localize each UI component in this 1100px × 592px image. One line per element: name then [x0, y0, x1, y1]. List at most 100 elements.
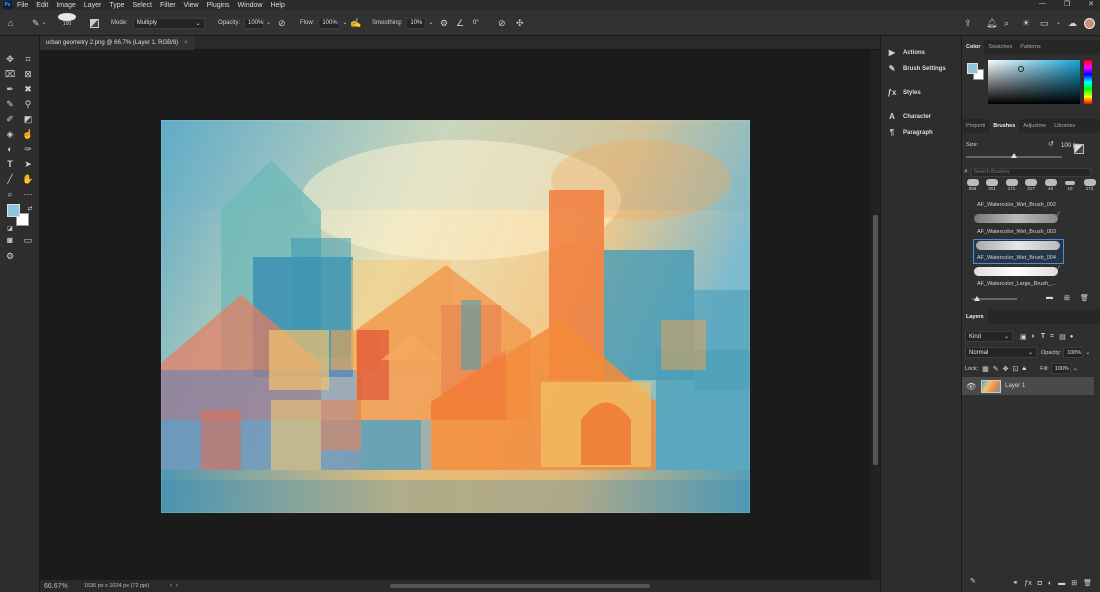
smoothing-input[interactable]: 10% [406, 17, 427, 29]
brush-settings-icon-btn[interactable] [1074, 144, 1084, 154]
brush-search-input[interactable] [970, 167, 1091, 177]
styles-panel-button[interactable]: ƒx Styles [887, 89, 921, 97]
hue-slider[interactable] [1084, 60, 1092, 104]
edit-toolbar-icon[interactable]: ⚙ [3, 249, 17, 263]
brush-settings-toggle-icon[interactable] [90, 16, 99, 30]
brush-generative-icon[interactable]: ✎ [970, 577, 976, 585]
brush-preset[interactable]: 958 [964, 179, 981, 199]
fill-chevron-icon[interactable]: ⌄ [1073, 365, 1078, 372]
status-chevron-icon[interactable]: › [170, 583, 172, 589]
paint-bucket-tool-icon[interactable]: ◈ [3, 127, 17, 141]
brush-item[interactable]: AF_Watercolor_Wet_Brush_003 [977, 229, 1067, 235]
artboard-tool-icon[interactable]: ⌗ [21, 52, 35, 66]
menu-type[interactable]: Type [109, 2, 124, 9]
filter-smart-object-icon[interactable]: ▤ [1059, 333, 1066, 341]
brush-preset[interactable]: 48 [1042, 179, 1059, 199]
menu-filter[interactable]: Filter [160, 2, 176, 9]
trash-icon[interactable]: 🗑︎ [1080, 294, 1089, 302]
search-icon[interactable]: ⌕ [1004, 16, 1009, 30]
menu-file[interactable]: File [17, 2, 28, 9]
frame-tool-icon[interactable]: ⊠ [21, 67, 35, 81]
brush-preset[interactable]: 173 [1081, 179, 1098, 199]
bell-icon[interactable]: 🔔︎ [986, 16, 997, 30]
tab-patterns[interactable]: Patterns [1016, 40, 1044, 54]
document-info[interactable]: 1536 px x 1024 px (72 ppi) [84, 583, 164, 589]
filter-toggle-icon[interactable]: ● [1070, 334, 1074, 340]
maximize-button[interactable]: ❐ [1064, 0, 1070, 8]
lock-transparent-icon[interactable]: ▦ [982, 365, 989, 373]
brush-settings-panel-button[interactable]: ✎ Brush Settings [887, 65, 946, 73]
menu-image[interactable]: Image [56, 2, 75, 9]
brush-preset-picker[interactable]: 100 [58, 13, 76, 27]
thumbnail-size-slider[interactable] [972, 296, 1017, 301]
brush-stroke-preview[interactable] [974, 214, 1058, 223]
kind-filter-dropdown[interactable]: Kind ⌄ [965, 331, 1013, 342]
airbrush-icon[interactable]: ✍ [350, 16, 361, 30]
layer-opacity-chevron-icon[interactable]: ⌄ [1085, 349, 1090, 356]
close-tab-icon[interactable]: × [184, 40, 188, 46]
swap-colors-icon[interactable]: ⇄ [23, 201, 37, 215]
add-mask-icon[interactable]: ◘ [1038, 580, 1042, 587]
gear-icon[interactable]: ⚙ [440, 16, 448, 30]
brush-item[interactable]: AF_Watercolor_Large_Brush_... [977, 281, 1067, 287]
color-picker-field[interactable] [988, 60, 1080, 104]
group-folder-icon[interactable]: ▬ [1058, 580, 1065, 587]
color-picker-cursor[interactable] [1018, 66, 1024, 72]
minimize-button[interactable]: — [1039, 0, 1046, 8]
delete-layer-icon[interactable]: 🗑︎ [1083, 579, 1092, 587]
tab-brushes[interactable]: Brushes [989, 119, 1020, 133]
cloud-icon[interactable]: ☁ [1068, 16, 1077, 30]
tab-libraries[interactable]: Libraries [1050, 119, 1079, 133]
canvas-area[interactable] [40, 50, 880, 580]
line-tool-icon[interactable]: ╱ [3, 172, 17, 186]
menu-edit[interactable]: Edit [36, 2, 48, 9]
vertical-scroll-thumb[interactable] [873, 215, 878, 465]
mixer-brush-tool-icon[interactable]: ✐ [3, 112, 17, 126]
color-fg-swatch[interactable] [967, 63, 978, 74]
horizontal-scroll-thumb[interactable] [390, 584, 650, 588]
menu-help[interactable]: Help [270, 2, 284, 9]
flow-chevron-icon[interactable]: ⌄ [342, 20, 347, 26]
layer-opacity-input[interactable]: 100% [1063, 347, 1084, 358]
mode-dropdown[interactable]: Multiply ⌄ [132, 17, 205, 29]
character-panel-button[interactable]: A Character [887, 113, 931, 121]
brush-stroke-preview[interactable] [976, 241, 1060, 250]
menu-layer[interactable]: Layer [84, 2, 102, 9]
fill-input[interactable]: 100% [1050, 363, 1071, 374]
link-layers-icon[interactable]: ⚭ [1012, 579, 1018, 587]
canvas-artwork[interactable] [161, 120, 750, 513]
remove-tool-icon[interactable]: ✖ [21, 82, 35, 96]
brush-tool-preset-icon[interactable]: ✎ ⌄ [32, 16, 47, 30]
move-tool-icon[interactable]: ✥ [3, 52, 17, 66]
filter-adjustment-icon[interactable]: ◐ [1032, 333, 1036, 340]
pressure-size-icon[interactable]: ⊘ [498, 16, 506, 30]
brush-preset[interactable]: 171 [1003, 179, 1020, 199]
eyedropper-tool-icon[interactable]: ✒ [3, 82, 17, 96]
tab-swatches[interactable]: Swatches [984, 40, 1016, 54]
filter-shape-icon[interactable]: ⌗ [1050, 333, 1054, 341]
horizontal-scrollbar[interactable] [180, 580, 870, 592]
new-layer-icon[interactable]: ⊞ [1071, 579, 1077, 587]
lock-all-icon[interactable]: 🔒︎ [1022, 365, 1026, 373]
brush-preset[interactable]: 317 [1023, 179, 1040, 199]
quick-mask-icon[interactable]: ◙ [3, 233, 17, 247]
brush-stroke-preview[interactable] [974, 267, 1058, 276]
opacity-input[interactable]: 100% [244, 17, 265, 29]
edit-brush-icon[interactable]: ⁄ [1058, 212, 1059, 218]
smoothing-chevron-icon[interactable]: ⌄ [428, 20, 433, 26]
dodge-tool-icon[interactable]: ◐ [3, 142, 17, 156]
new-brush-icon[interactable]: ⊞ [1064, 294, 1070, 302]
edit-brush-icon[interactable]: ⁄ [1058, 266, 1059, 272]
layer-name[interactable]: Layer 1 [1005, 383, 1025, 389]
lock-image-icon[interactable]: ✎ [993, 365, 999, 373]
foreground-color-swatch[interactable] [7, 204, 20, 217]
lock-artboard-icon[interactable]: ⊡ [1013, 365, 1019, 373]
share-icon[interactable]: ⇪ [964, 16, 972, 30]
stamp-tool-icon[interactable]: ⚲ [21, 97, 35, 111]
home-icon[interactable]: ⌂ [8, 16, 13, 30]
folder-icon[interactable]: ▬ [1046, 294, 1053, 301]
tab-layers[interactable]: Layers [962, 310, 988, 324]
tab-properties[interactable]: Properti [962, 119, 989, 133]
brush-item[interactable]: AF_Watercolor_Wet_Brush_002 [977, 202, 1067, 208]
blend-mode-dropdown[interactable]: Normal ⌄ [965, 347, 1037, 358]
